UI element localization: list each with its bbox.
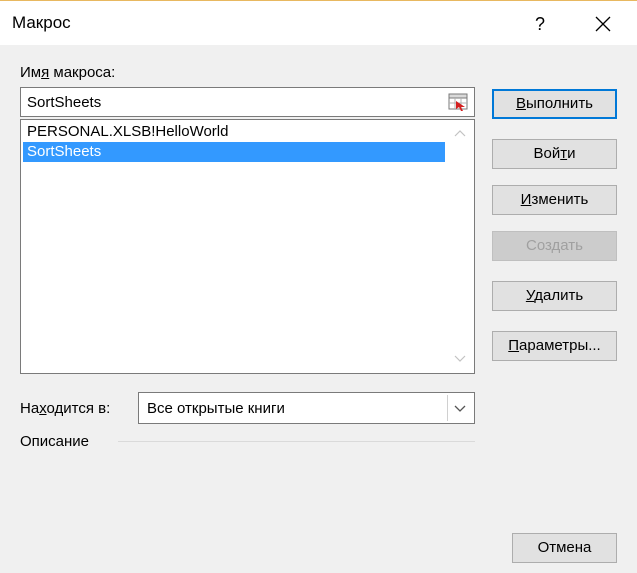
range-select-icon[interactable] [448,92,470,112]
list-item-selected[interactable]: SortSheets [23,142,445,162]
location-dropdown[interactable]: Все открытые книги [138,392,475,424]
step-into-button[interactable]: Войти [492,139,617,169]
dropdown-button[interactable] [447,395,472,421]
location-label: Находится в: [20,400,111,417]
close-icon [595,16,611,32]
help-icon: ? [534,14,545,34]
description-divider [118,441,475,442]
macro-name-value[interactable]: SortSheets [27,94,101,111]
title-bar: Макрос ? [0,1,637,45]
dialog-title: Макрос [12,13,71,32]
chevron-down-icon [454,405,466,412]
help-button[interactable]: ? [525,11,555,37]
run-button[interactable]: Выполнить [492,89,617,119]
options-button[interactable]: Параметры... [492,331,617,361]
location-value[interactable]: Все открытые книги [147,400,285,417]
macro-name-label: Имя макроса: [20,64,116,81]
create-button[interactable]: Создать [492,231,617,261]
delete-button[interactable]: Удалить [492,281,617,311]
scroll-down-icon[interactable] [454,352,466,364]
cancel-button[interactable]: Отмена [512,533,617,563]
description-label: Описание [20,433,90,450]
macro-name-input[interactable]: SortSheets [20,87,475,117]
macro-list[interactable]: PERSONAL.XLSB!HelloWorld SortSheets [20,119,475,374]
list-scrollbar[interactable] [446,120,474,373]
scroll-up-icon[interactable] [454,128,466,140]
edit-button[interactable]: Изменить [492,185,617,215]
list-item[interactable]: PERSONAL.XLSB!HelloWorld [23,122,445,142]
macro-dialog: Макрос ? Имя макроса: SortSheets PERSONA… [0,0,637,573]
close-button[interactable] [586,9,620,39]
